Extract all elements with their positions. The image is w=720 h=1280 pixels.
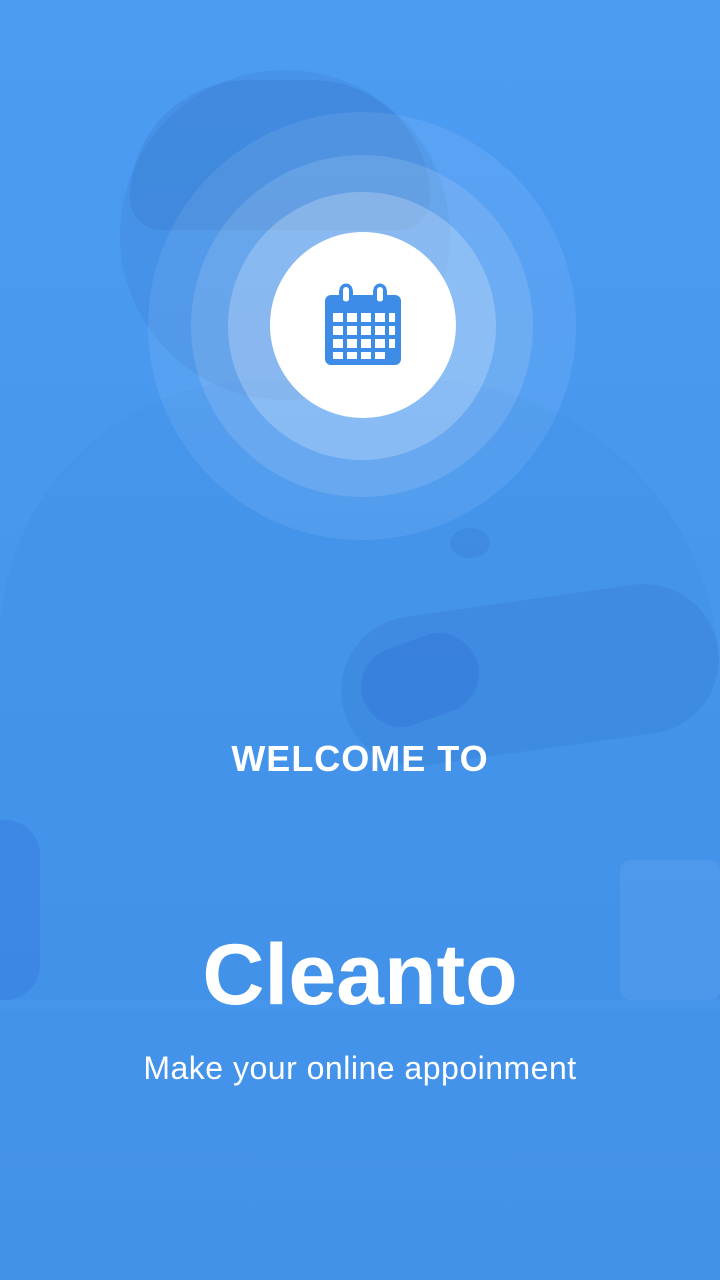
tagline: Make your online appoinment — [143, 1050, 577, 1086]
splash-screen: WELCOME TO Cleanto Make your online appo… — [0, 0, 720, 1280]
welcome-heading: WELCOME TO — [231, 738, 489, 779]
logo-badge — [270, 232, 456, 418]
calendar-icon — [325, 283, 401, 365]
app-name: Cleanto — [202, 927, 518, 1023]
